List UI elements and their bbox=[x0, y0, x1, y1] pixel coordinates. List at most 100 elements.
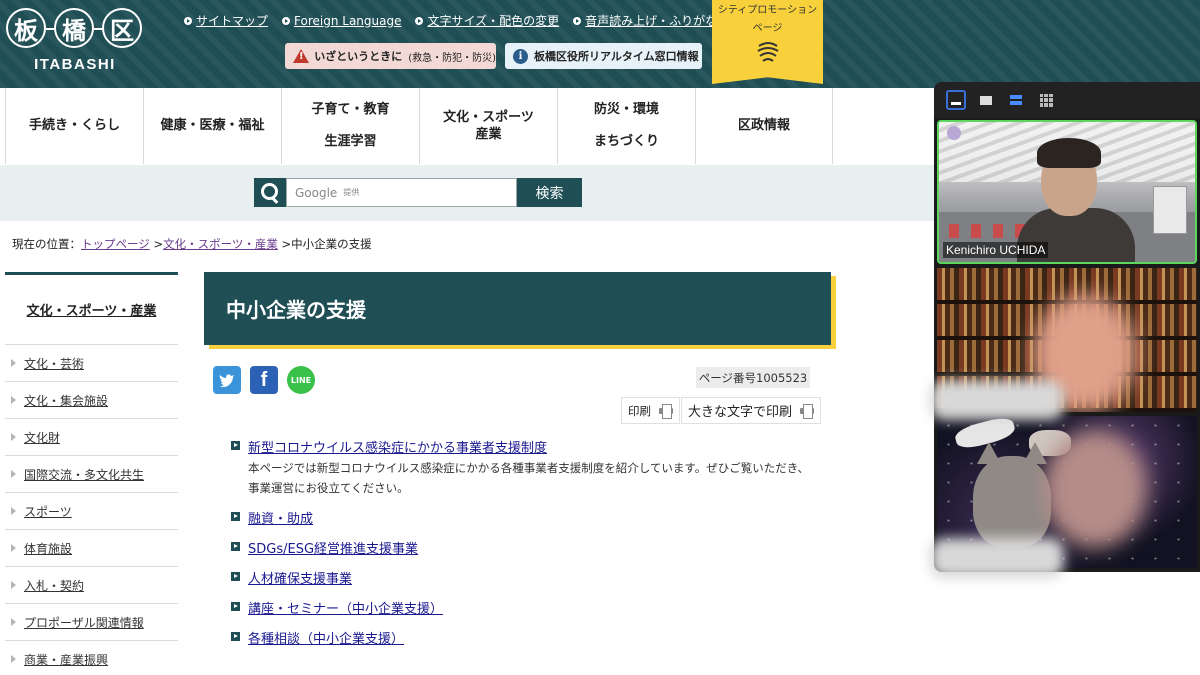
nav-label: 子育て・教育 bbox=[311, 102, 390, 117]
content-links: 新型コロナウイルス感染症にかかる事業者支援制度 本ページでは新型コロナウイルス感… bbox=[231, 437, 811, 647]
single-view-button[interactable] bbox=[976, 90, 996, 110]
sidebar-item-label: 文化・芸術 bbox=[24, 356, 85, 371]
consultation-link[interactable]: 各種相談（中小企業支援） bbox=[248, 628, 404, 647]
line-icon[interactable]: LINE bbox=[287, 366, 315, 394]
stack-view-button[interactable] bbox=[1006, 90, 1026, 110]
print-large-text-button[interactable]: 大きな文字で印刷 bbox=[681, 397, 822, 424]
breadcrumb-culture-link[interactable]: 文化・スポーツ・産業 bbox=[163, 237, 278, 251]
grid-view-button[interactable] bbox=[1036, 90, 1056, 110]
logo-kanji-2: 橋 bbox=[54, 8, 94, 48]
avatar-badge-icon bbox=[947, 126, 961, 140]
sidebar-item-label: 文化財 bbox=[24, 430, 61, 445]
logo-connector bbox=[46, 28, 54, 30]
nav-culture-sports-industry[interactable]: 文化・スポーツ 産業 bbox=[419, 88, 557, 164]
list-item: 人材確保支援事業 bbox=[231, 568, 811, 587]
nav-ward-administration[interactable]: 区政情報 bbox=[695, 88, 833, 164]
print-button[interactable]: 印刷 bbox=[621, 397, 680, 424]
search-provided-label: 提供 bbox=[343, 188, 360, 197]
covid-support-link[interactable]: 新型コロナウイルス感染症にかかる事業者支援制度 bbox=[248, 437, 547, 456]
search-icon bbox=[254, 178, 286, 207]
hr-support-link[interactable]: 人材確保支援事業 bbox=[248, 568, 352, 587]
nav-label: 文化・スポーツ bbox=[443, 110, 534, 125]
realtime-window-button[interactable]: i 板橋区役所リアルタイム窓口情報 bbox=[505, 43, 702, 69]
arrow-bullet-icon bbox=[231, 632, 240, 641]
sidebar-item-label: 体育施設 bbox=[24, 541, 73, 556]
list-item: 各種相談（中小企業支援） bbox=[231, 628, 811, 647]
emergency-button[interactable]: いざというときに (救急・防犯・防災) bbox=[285, 43, 496, 69]
nav-disaster-environment[interactable]: 防災・環境 まちづくり bbox=[557, 88, 695, 164]
nav-childcare-education[interactable]: 子育て・教育 生涯学習 bbox=[281, 88, 419, 164]
arrow-bullet-icon bbox=[231, 512, 240, 521]
sidebar-item-bidding[interactable]: 入札・契約 bbox=[5, 566, 178, 603]
nav-label: 区政情報 bbox=[737, 118, 790, 133]
participant-tile-active[interactable]: Kenichiro UCHIDA bbox=[937, 120, 1197, 264]
emergency-sublabel: (救急・防犯・防災) bbox=[408, 52, 496, 64]
blurred-face bbox=[1043, 430, 1147, 548]
facebook-icon[interactable]: f bbox=[250, 366, 278, 394]
view-toolbar bbox=[934, 82, 1200, 118]
foreign-language-link[interactable]: Foreign Language bbox=[282, 12, 401, 29]
sidebar-item-gym-facilities[interactable]: 体育施設 bbox=[5, 529, 178, 566]
sidebar-item-label: プロポーザル関連情報 bbox=[24, 615, 144, 630]
logo-connector bbox=[94, 28, 102, 30]
breadcrumb-prefix: 現在の位置： bbox=[12, 237, 81, 251]
nav-health-welfare[interactable]: 健康・医療・福祉 bbox=[143, 88, 281, 164]
grid-icon bbox=[1039, 93, 1053, 107]
read-aloud-link-label: 音声読み上げ・ふりがな bbox=[585, 14, 718, 28]
minimize-icon bbox=[951, 101, 961, 105]
sidebar-item-label: 国際交流・多文化共生 bbox=[24, 467, 145, 482]
sidebar-item-sports[interactable]: スポーツ bbox=[5, 492, 178, 529]
seminar-link[interactable]: 講座・セミナー（中小企業支援） bbox=[248, 598, 443, 617]
info-icon: i bbox=[513, 48, 528, 64]
triangle-icon bbox=[11, 507, 16, 515]
text-size-color-link[interactable]: 文字サイズ・配色の変更 bbox=[415, 12, 559, 29]
promo-line-2: ページ bbox=[752, 23, 783, 34]
site-logo[interactable]: 板 橋 区 ITABASHI bbox=[4, 8, 146, 78]
sidebar-item-label: 文化・集会施設 bbox=[24, 393, 109, 408]
triangle-icon bbox=[11, 655, 16, 663]
site-header: 板 橋 区 ITABASHI サイトマップ Foreign Language 文… bbox=[0, 0, 1200, 88]
breadcrumb-separator: > bbox=[281, 237, 292, 251]
print-label: 印刷 bbox=[628, 403, 651, 418]
triangle-icon bbox=[11, 618, 16, 626]
arrow-circle-icon bbox=[415, 16, 424, 25]
triangle-icon bbox=[11, 544, 16, 552]
sidebar-item-label: スポーツ bbox=[24, 504, 72, 519]
sidebar-item-international[interactable]: 国際交流・多文化共生 bbox=[5, 455, 178, 492]
redacted-name-blob bbox=[930, 380, 1064, 420]
utility-links: サイトマップ Foreign Language 文字サイズ・配色の変更 音声読み… bbox=[184, 12, 717, 29]
sidebar-item-cultural-properties[interactable]: 文化財 bbox=[5, 418, 178, 455]
sidebar-item-culture-arts[interactable]: 文化・芸術 bbox=[5, 344, 178, 381]
sidebar-heading[interactable]: 文化・スポーツ・産業 bbox=[5, 272, 178, 344]
covid-support-description: 本ページでは新型コロナウイルス感染症にかかる各種事業者支援制度を紹介しています。… bbox=[248, 461, 809, 495]
arrow-circle-icon bbox=[282, 16, 291, 25]
video-call-panel: Kenichiro UCHIDA bbox=[934, 82, 1200, 572]
sidebar-item-label: 入札・契約 bbox=[24, 578, 85, 593]
list-item: 融資・助成 bbox=[231, 508, 811, 527]
search-input[interactable]: Google 提供 bbox=[286, 178, 517, 207]
sidebar-item-proposal[interactable]: プロポーザル関連情報 bbox=[5, 603, 178, 640]
nav-procedures-living[interactable]: 手続き・くらし bbox=[5, 88, 143, 164]
minimize-view-button[interactable] bbox=[946, 90, 966, 110]
financing-link[interactable]: 融資・助成 bbox=[248, 508, 313, 527]
sidebar-item-commerce[interactable]: 商業・産業振興 bbox=[5, 640, 178, 675]
nav-label: 生涯学習 bbox=[324, 134, 377, 149]
sidebar-item-culture-facilities[interactable]: 文化・集会施設 bbox=[5, 381, 178, 418]
triangle-icon bbox=[11, 433, 16, 441]
twitter-icon[interactable] bbox=[213, 366, 241, 394]
global-nav: 手続き・くらし 健康・医療・福祉 子育て・教育 生涯学習 文化・スポーツ 産業 防災… bbox=[5, 88, 833, 164]
sdgs-esg-link[interactable]: SDGs/ESG経営推進支援事業 bbox=[248, 538, 418, 557]
read-aloud-link[interactable]: 音声読み上げ・ふりがな bbox=[573, 12, 717, 29]
city-promotion-banner[interactable]: シティプロモーション ページ bbox=[712, 0, 823, 84]
page-number: ページ番号1005523 bbox=[696, 367, 810, 388]
sitemap-link[interactable]: サイトマップ bbox=[184, 12, 268, 29]
nav-label: 産業 bbox=[475, 127, 502, 142]
sidebar: 文化・スポーツ・産業 文化・芸術 文化・集会施設 文化財 国際交流・多文化共生 … bbox=[5, 272, 178, 675]
search-button[interactable]: 検索 bbox=[517, 178, 582, 207]
breadcrumb-separator: > bbox=[153, 237, 164, 251]
printer-icon bbox=[800, 404, 815, 419]
arrow-circle-icon bbox=[573, 16, 582, 25]
triangle-icon bbox=[11, 359, 16, 367]
breadcrumb-top-link[interactable]: トップページ bbox=[81, 237, 150, 251]
single-window-icon bbox=[980, 95, 992, 105]
